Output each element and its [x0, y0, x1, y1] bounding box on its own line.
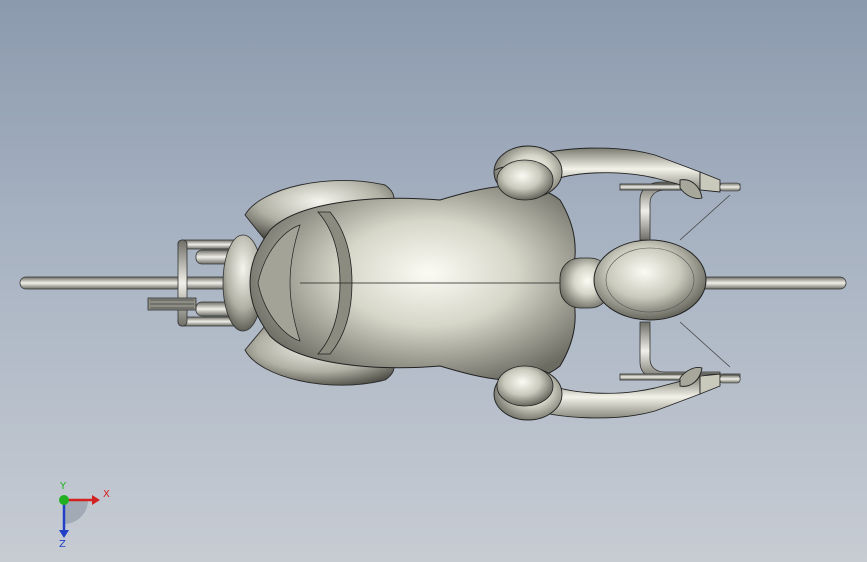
right-shoulder [496, 365, 554, 407]
x-axis-label: X [103, 489, 110, 500]
y-axis-label: Y [59, 481, 67, 492]
right-grip[interactable] [719, 374, 741, 384]
z-axis-label: Z [59, 539, 66, 548]
graphics-viewport[interactable]: X Y Z [0, 0, 867, 562]
rider-helmet[interactable] [593, 239, 707, 321]
x-axis-arrowhead [92, 495, 100, 505]
triad-plane-shade [64, 500, 88, 524]
axis-triad: X Y Z [59, 481, 110, 548]
y-axis-dot [59, 495, 69, 505]
left-shoulder [496, 159, 554, 201]
3d-model[interactable] [0, 0, 867, 562]
left-grip[interactable] [719, 182, 741, 192]
z-axis-arrowhead [59, 530, 69, 538]
